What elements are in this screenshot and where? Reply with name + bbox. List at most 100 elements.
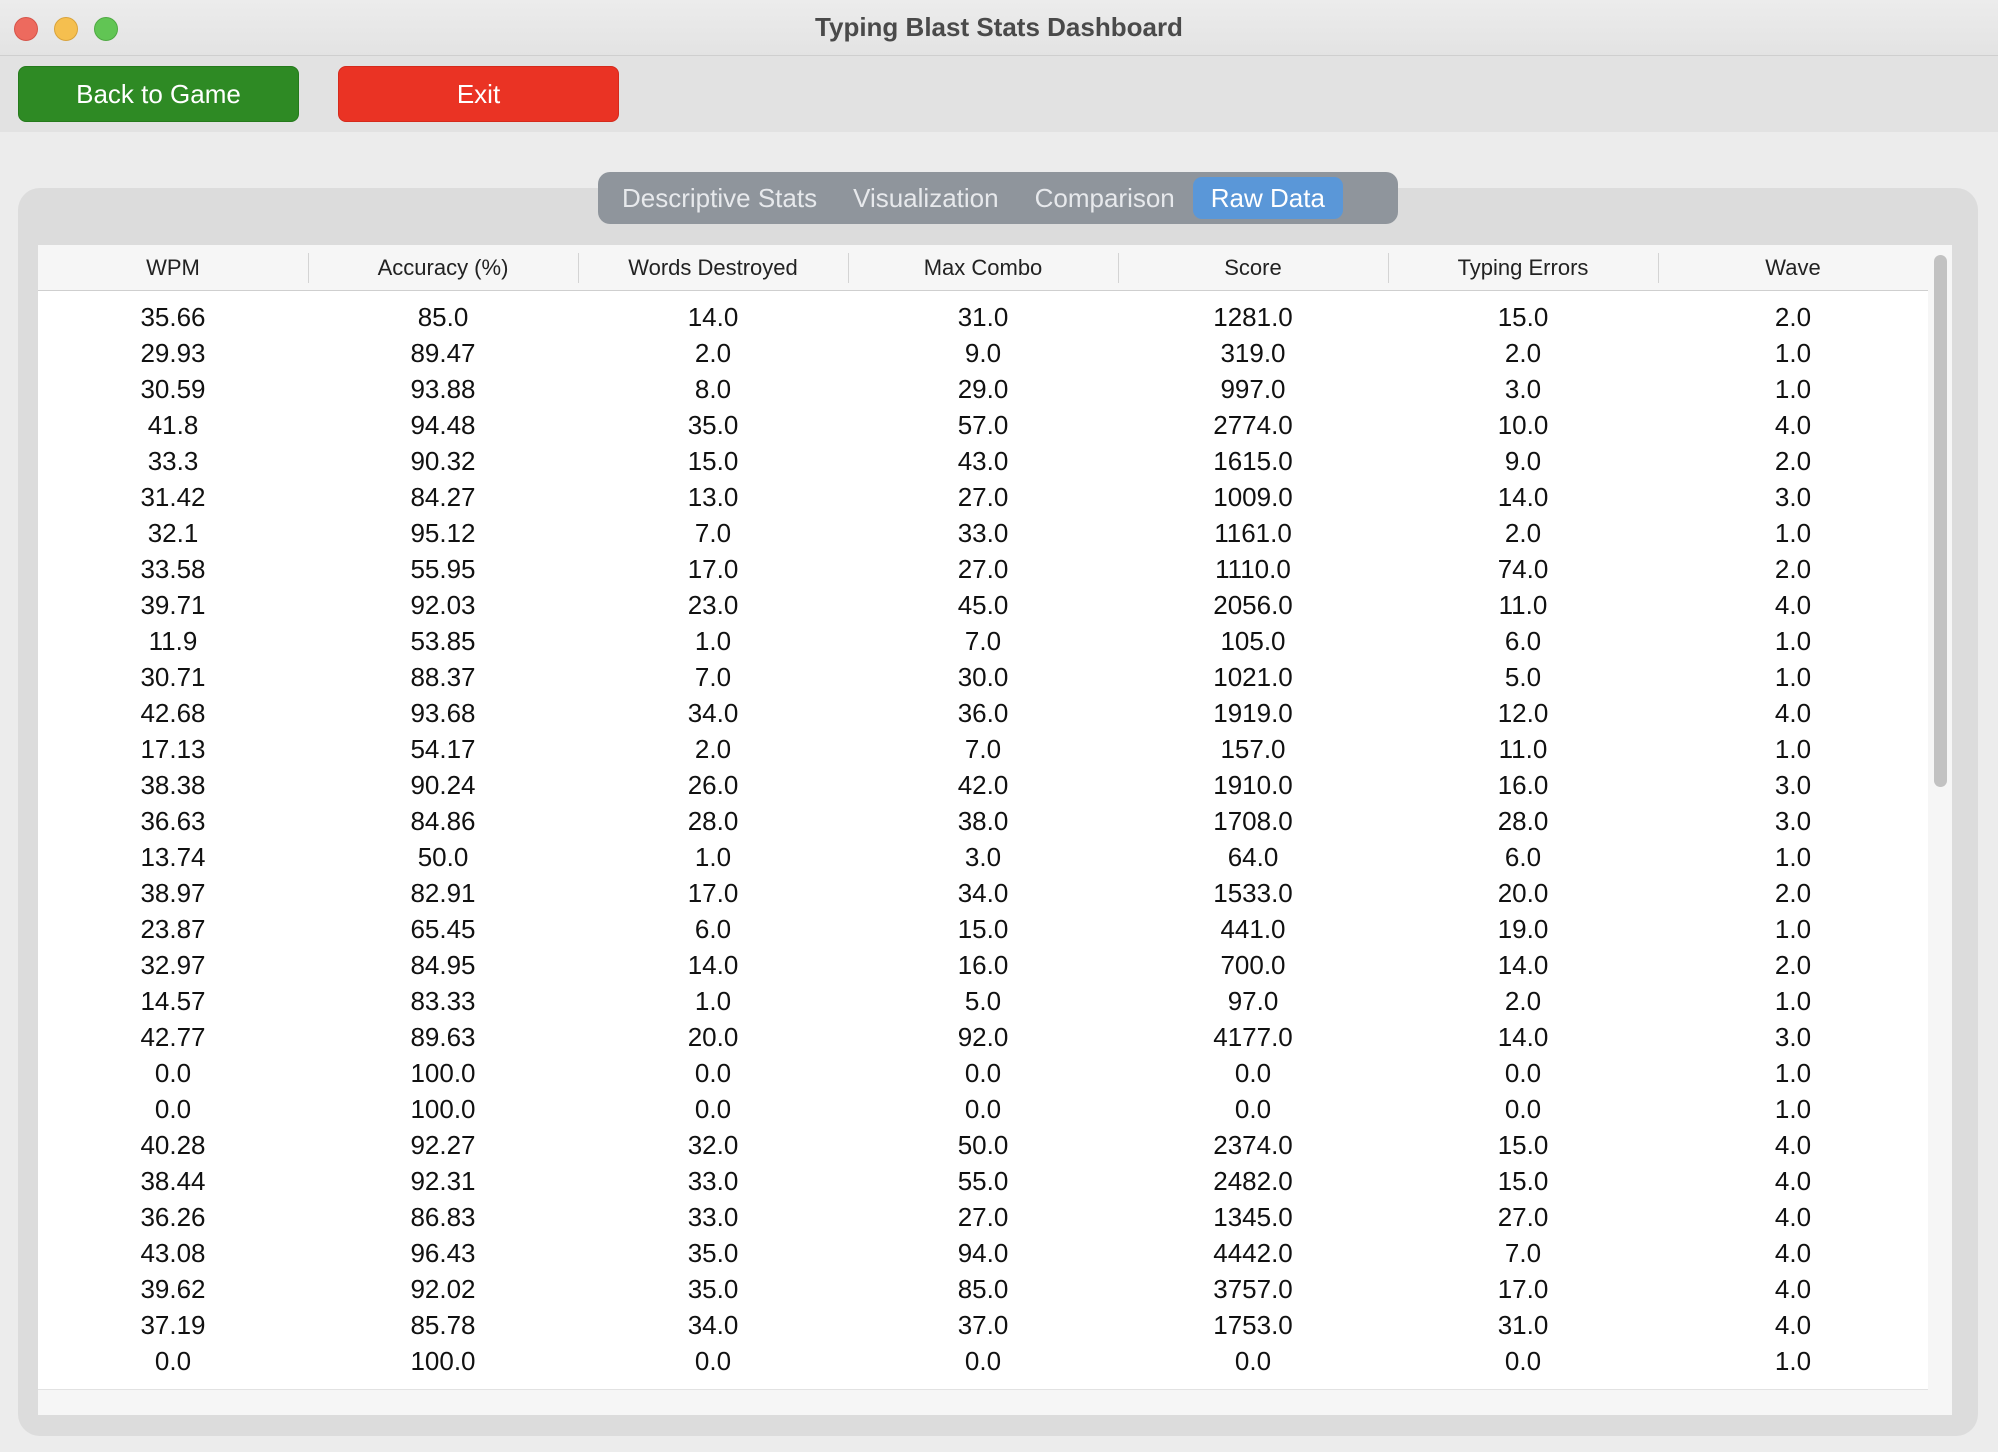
table-cell: 3.0 <box>1774 769 1812 800</box>
table-cell: 4.0 <box>1774 1165 1812 1196</box>
table-cell: 39.71 <box>140 589 206 620</box>
column-header[interactable]: Accuracy (%) <box>308 245 578 291</box>
app-window: Typing Blast Stats Dashboard Back to Gam… <box>0 0 1998 1452</box>
table-cell: 5.0 <box>964 985 1002 1016</box>
table-cell: 84.86 <box>410 805 476 836</box>
table-cell: 93.68 <box>410 697 476 728</box>
table-cell: 17.0 <box>687 553 739 584</box>
table-cell: 4.0 <box>1774 1309 1812 1340</box>
table-cell: 32.97 <box>140 949 206 980</box>
table-cell: 7.0 <box>694 517 732 548</box>
table-cell: 6.0 <box>1504 841 1542 872</box>
tab-descriptive-stats[interactable]: Descriptive Stats <box>604 177 835 219</box>
table-cell: 2.0 <box>1774 301 1812 332</box>
table-row[interactable]: 32.97 84.95 14.0 16.0 700.0 14.0 2.0 <box>38 947 1928 983</box>
table-cell: 12.0 <box>1497 697 1549 728</box>
horizontal-scrollbar[interactable] <box>38 1389 1928 1415</box>
table-row[interactable]: 38.38 90.24 26.0 42.0 1910.0 16.0 3.0 <box>38 767 1928 803</box>
table-cell: 100.0 <box>410 1093 476 1124</box>
table-row[interactable]: 40.28 92.27 32.0 50.0 2374.0 15.0 4.0 <box>38 1127 1928 1163</box>
table-cell: 50.0 <box>417 841 469 872</box>
table-cell: 3.0 <box>1504 373 1542 404</box>
table-cell: 0.0 <box>1234 1093 1272 1124</box>
table-cell: 43.0 <box>957 445 1009 476</box>
table-cell: 1753.0 <box>1213 1309 1293 1340</box>
table-row[interactable]: 33.3 90.32 15.0 43.0 1615.0 9.0 2.0 <box>38 443 1928 479</box>
table-row[interactable]: 32.1 95.12 7.0 33.0 1161.0 2.0 1.0 <box>38 515 1928 551</box>
table-cell: 1.0 <box>694 985 732 1016</box>
table-cell: 1281.0 <box>1213 301 1293 332</box>
table-row[interactable]: 31.42 84.27 13.0 27.0 1009.0 14.0 3.0 <box>38 479 1928 515</box>
table-cell: 1.0 <box>1774 625 1812 656</box>
table-row[interactable]: 0.0 100.0 0.0 0.0 0.0 0.0 1.0 <box>38 1343 1928 1379</box>
exit-button[interactable]: Exit <box>338 66 619 122</box>
table-cell: 36.0 <box>957 697 1009 728</box>
table-cell: 100.0 <box>410 1057 476 1088</box>
table-row[interactable]: 38.44 92.31 33.0 55.0 2482.0 15.0 4.0 <box>38 1163 1928 1199</box>
table-row[interactable]: 0.0 100.0 0.0 0.0 0.0 0.0 1.0 <box>38 1091 1928 1127</box>
table-row[interactable]: 42.68 93.68 34.0 36.0 1919.0 12.0 4.0 <box>38 695 1928 731</box>
table-cell: 31.0 <box>1497 1309 1549 1340</box>
table-header: WPM Accuracy (%) Words Destroyed Max Combo S… <box>38 245 1928 291</box>
column-header[interactable]: Score <box>1118 245 1388 291</box>
table-row[interactable]: 17.13 54.17 2.0 7.0 157.0 11.0 1.0 <box>38 731 1928 767</box>
table-row[interactable]: 39.71 92.03 23.0 45.0 2056.0 11.0 4.0 <box>38 587 1928 623</box>
table-row[interactable]: 0.0 100.0 0.0 0.0 0.0 0.0 1.0 <box>38 1055 1928 1091</box>
column-header[interactable]: Typing Errors <box>1388 245 1658 291</box>
table-cell: 38.0 <box>957 805 1009 836</box>
scrollbar-thumb[interactable] <box>1934 255 1947 787</box>
table-cell: 19.0 <box>1497 913 1549 944</box>
table-row[interactable]: 36.26 86.83 33.0 27.0 1345.0 27.0 4.0 <box>38 1199 1928 1235</box>
table-row[interactable]: 23.87 65.45 6.0 15.0 441.0 19.0 1.0 <box>38 911 1928 947</box>
tab-visualization[interactable]: Visualization <box>835 177 1017 219</box>
table-cell: 15.0 <box>1497 301 1549 332</box>
back-to-game-button[interactable]: Back to Game <box>18 66 299 122</box>
table-row[interactable]: 33.58 55.95 17.0 27.0 1110.0 74.0 2.0 <box>38 551 1928 587</box>
table-cell: 27.0 <box>957 1201 1009 1232</box>
table-cell: 1.0 <box>1774 841 1812 872</box>
column-header[interactable]: Wave <box>1658 245 1928 291</box>
column-header[interactable]: Words Destroyed <box>578 245 848 291</box>
column-header[interactable]: WPM <box>38 245 308 291</box>
tab-raw-data[interactable]: Raw Data <box>1192 177 1343 219</box>
table-cell: 9.0 <box>964 337 1002 368</box>
table-row[interactable]: 43.08 96.43 35.0 94.0 4442.0 7.0 4.0 <box>38 1235 1928 1271</box>
column-header[interactable]: Max Combo <box>848 245 1118 291</box>
table-cell: 1.0 <box>1774 1093 1812 1124</box>
tab-comparison[interactable]: Comparison <box>1017 177 1193 219</box>
table-cell: 35.0 <box>687 1237 739 1268</box>
table-row[interactable]: 36.63 84.86 28.0 38.0 1708.0 28.0 3.0 <box>38 803 1928 839</box>
table-cell: 0.0 <box>1504 1093 1542 1124</box>
table-row[interactable]: 13.74 50.0 1.0 3.0 64.0 6.0 1.0 <box>38 839 1928 875</box>
table-row[interactable]: 30.59 93.88 8.0 29.0 997.0 3.0 1.0 <box>38 371 1928 407</box>
table-cell: 0.0 <box>694 1345 732 1376</box>
table-row[interactable]: 30.71 88.37 7.0 30.0 1021.0 5.0 1.0 <box>38 659 1928 695</box>
table-cell: 3.0 <box>1774 481 1812 512</box>
table-row[interactable]: 41.8 94.48 35.0 57.0 2774.0 10.0 4.0 <box>38 407 1928 443</box>
table-cell: 11.9 <box>148 625 198 656</box>
table-row[interactable]: 37.19 85.78 34.0 37.0 1753.0 31.0 4.0 <box>38 1307 1928 1343</box>
table-cell: 3.0 <box>1774 805 1812 836</box>
table-row[interactable]: 35.66 85.0 14.0 31.0 1281.0 15.0 2.0 <box>38 299 1928 335</box>
table-cell: 2.0 <box>1504 517 1542 548</box>
vertical-scrollbar[interactable] <box>1928 245 1952 1415</box>
table-row[interactable]: 42.77 89.63 20.0 92.0 4177.0 14.0 3.0 <box>38 1019 1928 1055</box>
table-row[interactable]: 38.97 82.91 17.0 34.0 1533.0 20.0 2.0 <box>38 875 1928 911</box>
table-cell: 33.0 <box>957 517 1009 548</box>
table-cell: 2.0 <box>1774 877 1812 908</box>
table-cell: 37.19 <box>140 1309 206 1340</box>
table-cell: 1.0 <box>1774 337 1812 368</box>
table-cell: 6.0 <box>694 913 732 944</box>
table-cell: 14.0 <box>1497 949 1549 980</box>
table-cell: 65.45 <box>410 913 476 944</box>
table-cell: 15.0 <box>957 913 1009 944</box>
table-cell: 42.0 <box>957 769 1009 800</box>
table-row[interactable]: 11.9 53.85 1.0 7.0 105.0 6.0 1.0 <box>38 623 1928 659</box>
table-row[interactable]: 39.62 92.02 35.0 85.0 3757.0 17.0 4.0 <box>38 1271 1928 1307</box>
table-cell: 1919.0 <box>1213 697 1293 728</box>
table-row[interactable]: 14.57 83.33 1.0 5.0 97.0 2.0 1.0 <box>38 983 1928 1019</box>
table-cell: 11.0 <box>1498 589 1548 620</box>
table-cell: 30.0 <box>957 661 1009 692</box>
table-row[interactable]: 29.93 89.47 2.0 9.0 319.0 2.0 1.0 <box>38 335 1928 371</box>
table-cell: 17.0 <box>687 877 739 908</box>
